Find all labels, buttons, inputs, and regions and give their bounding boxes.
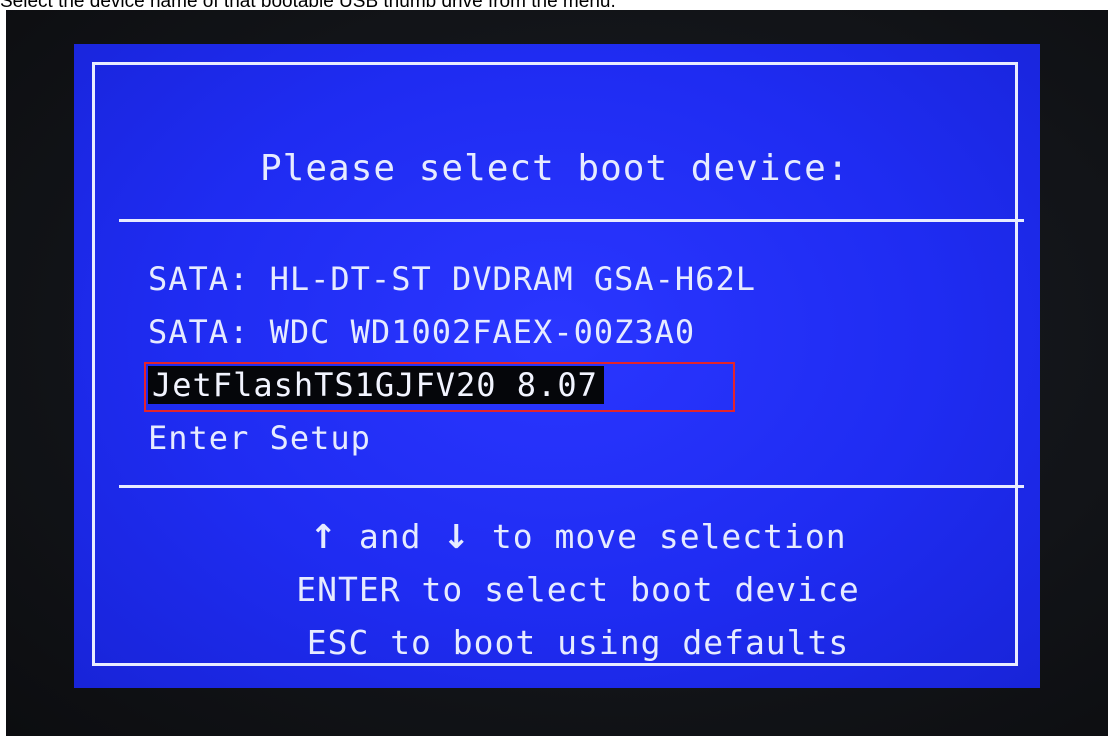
monitor-photo: Please select boot device: SATA: HL-DT-S… <box>6 10 1108 736</box>
arrow-down-icon: ↓ <box>442 517 472 556</box>
help-esc-defaults: ESC to boot using defaults <box>306 623 850 662</box>
help-and-text: and <box>338 517 443 556</box>
boot-menu-title: Please select boot device: <box>260 148 850 189</box>
boot-option-enter-setup[interactable]: Enter Setup <box>148 419 371 457</box>
bios-screen: Please select boot device: SATA: HL-DT-S… <box>74 44 1040 688</box>
boot-menu-frame: Please select boot device: SATA: HL-DT-S… <box>92 62 1024 666</box>
instruction-caption: Select the device name of that bootable … <box>0 0 1108 10</box>
boot-option-dvd-drive[interactable]: SATA: HL-DT-ST DVDRAM GSA-H62L <box>148 260 756 298</box>
divider-bottom <box>119 485 1024 488</box>
selection-annotation-box <box>144 362 735 412</box>
arrow-up-icon: ↑ <box>309 517 339 556</box>
divider-top <box>119 219 1024 222</box>
help-enter-select: ENTER to select boot device <box>296 570 860 609</box>
boot-option-hard-disk[interactable]: SATA: WDC WD1002FAEX-00Z3A0 <box>148 313 695 351</box>
help-move-selection: ↑ and ↓ to move selection <box>95 517 1061 556</box>
help-move-text: to move selection <box>471 517 847 556</box>
